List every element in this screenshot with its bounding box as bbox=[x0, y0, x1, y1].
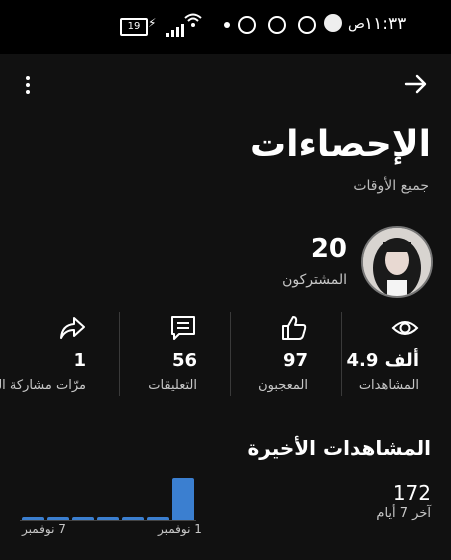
channel-avatar[interactable] bbox=[361, 226, 433, 298]
subscribers-label: المشتركون bbox=[282, 272, 347, 288]
stat-label: المشاهدات bbox=[358, 378, 419, 393]
stat-shares[interactable]: 1 مرّات مشاركة الف bbox=[0, 310, 108, 402]
subscribers-count: 20 bbox=[310, 234, 347, 264]
stat-value: 4.9 ألف bbox=[346, 350, 419, 371]
chart-axis bbox=[20, 520, 196, 521]
stat-likes[interactable]: 97 المعجبون bbox=[218, 310, 330, 402]
recent-views-count: 172 bbox=[392, 481, 431, 505]
stat-comments[interactable]: 56 التعليقات bbox=[107, 310, 219, 402]
comment-icon bbox=[169, 314, 197, 342]
charging-icon: ⚡ bbox=[148, 16, 157, 30]
stat-views[interactable]: 4.9 ألف المشاهدات bbox=[329, 310, 441, 402]
chart-tick-label: 7 نوفمبر bbox=[22, 522, 66, 536]
stat-label: التعليقات bbox=[148, 378, 197, 393]
page-title: الإحصاءات bbox=[249, 124, 431, 165]
notification-avatar-icon bbox=[324, 14, 342, 32]
notification-dot-icon bbox=[224, 22, 230, 28]
back-arrow-icon[interactable] bbox=[404, 72, 428, 100]
eye-icon bbox=[391, 314, 419, 342]
stat-label: المعجبون bbox=[258, 378, 308, 393]
notification-app-icon bbox=[298, 16, 316, 34]
share-icon bbox=[58, 314, 86, 342]
battery-icon: 19 bbox=[120, 18, 148, 36]
status-bar: ١١:٣٣ ص ⚡ 19 bbox=[0, 0, 451, 54]
notification-app-icon bbox=[268, 16, 286, 34]
stat-value: 1 bbox=[73, 350, 86, 371]
status-time: ١١:٣٣ bbox=[364, 14, 407, 34]
more-options-icon[interactable] bbox=[26, 76, 30, 97]
recent-views-period: آخر 7 أيام bbox=[376, 506, 431, 521]
recent-views-title: المشاهدات الأخيرة bbox=[247, 436, 431, 460]
stat-value: 97 bbox=[282, 350, 308, 371]
thumbs-up-icon bbox=[280, 314, 308, 342]
status-ampm: ص bbox=[348, 16, 365, 32]
stat-label: مرّات مشاركة الف bbox=[0, 378, 86, 393]
chart-tick-label: 1 نوفمبر bbox=[158, 522, 202, 536]
wifi-icon bbox=[184, 13, 202, 34]
chart-bar bbox=[172, 478, 194, 520]
notification-app-icon bbox=[238, 16, 256, 34]
stat-value: 56 bbox=[171, 350, 197, 371]
signal-icon bbox=[166, 18, 186, 37]
page-subtitle: جميع الأوقات bbox=[353, 178, 429, 194]
